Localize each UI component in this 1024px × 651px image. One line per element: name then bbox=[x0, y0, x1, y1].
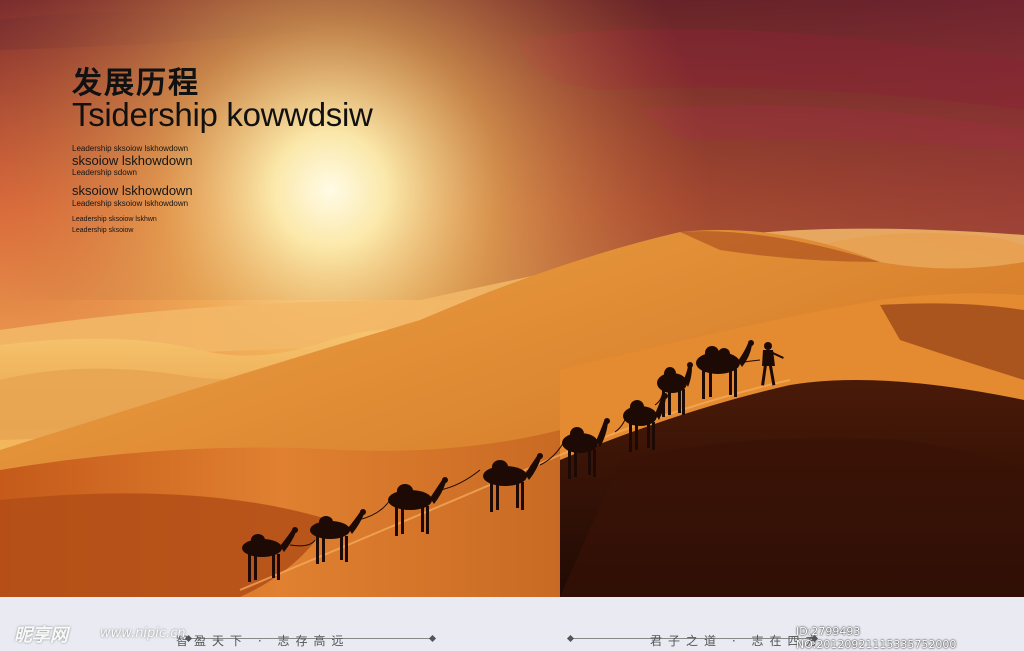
subtitle-line: Leadership sksoiow bbox=[72, 227, 134, 234]
footer-slogan-left: 智盈天下 · 志存高远 bbox=[176, 634, 350, 648]
subtitle-line: sksoiow lskhowdown bbox=[72, 153, 193, 168]
subtitle-line: Leadership sksoiow lskhwn bbox=[72, 216, 157, 223]
subtitle-line: Leadership sksoiow lskhowdown bbox=[72, 199, 189, 208]
subtitle-line: Leadership sdown bbox=[72, 168, 137, 177]
watermark-url: www.nipic.cn bbox=[100, 626, 186, 641]
subtitle-line: Leadership sksoiow lskhowdown bbox=[72, 144, 189, 153]
watermark-site-name: 昵享网 bbox=[14, 625, 68, 646]
subtitle-line: sksoiow lskhowdown bbox=[72, 183, 193, 198]
watermark-id: ID:2799493 NO:20120921115335752000 bbox=[796, 625, 957, 651]
page-title-english: Tsidership kowwdsiw bbox=[72, 96, 373, 133]
